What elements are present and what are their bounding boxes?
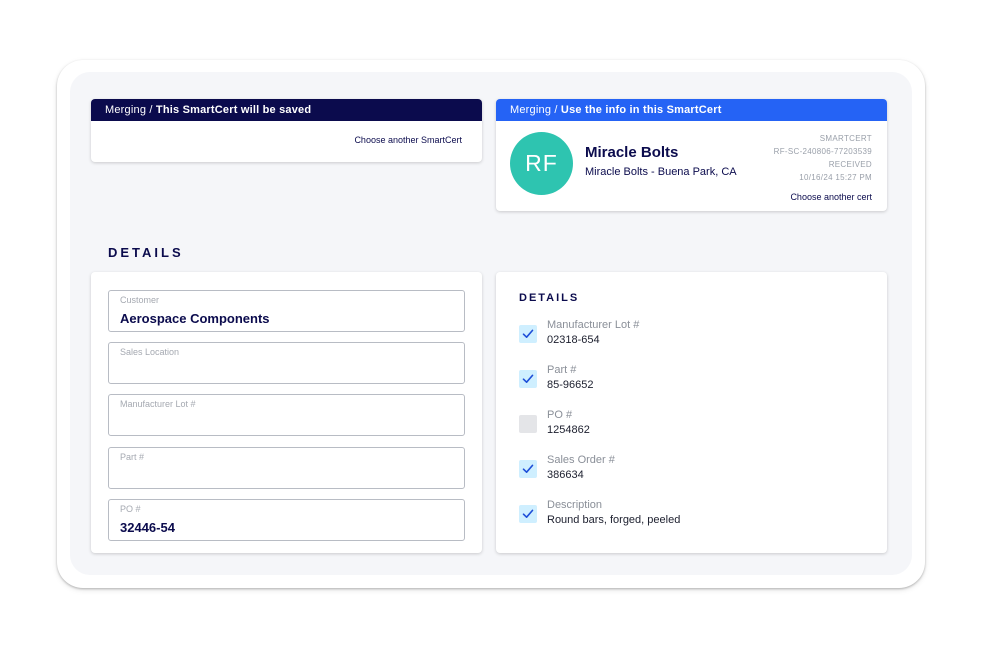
sales-location-field[interactable]: Sales Location: [108, 342, 465, 384]
cert-id: RF-SC-240806-77203539: [773, 147, 872, 156]
field-label: PO #: [120, 504, 141, 514]
detail-value: 02318-654: [547, 334, 600, 346]
merge-target-header: Merging / This SmartCert will be saved: [91, 99, 482, 121]
detail-row-manufacturer-lot: Manufacturer Lot # 02318-654: [519, 319, 859, 353]
source-details-card: DETAILS Manufacturer Lot # 02318-654 Par…: [496, 272, 887, 553]
field-label: Customer: [120, 295, 160, 305]
detail-row-po-number: PO # 1254862: [519, 409, 859, 443]
part-number-field[interactable]: Part #: [108, 447, 465, 489]
detail-label: Description: [547, 499, 603, 511]
field-value: 32446-54: [120, 520, 175, 535]
merge-source-header: Merging / Use the info in this SmartCert: [496, 99, 887, 121]
field-label: Manufacturer Lot #: [120, 399, 196, 409]
manufacturer-lot-checkbox[interactable]: [519, 325, 537, 343]
merge-source-header-prefix: Merging /: [510, 104, 561, 116]
merge-source-header-title: Use the info in this SmartCert: [560, 104, 722, 116]
company-name: Miracle Bolts: [585, 144, 679, 161]
sales-order-checkbox[interactable]: [519, 460, 537, 478]
detail-value: Round bars, forged, peeled: [547, 514, 681, 526]
customer-field[interactable]: Customer Aerospace Components: [108, 290, 465, 332]
meta-label-received: RECEIVED: [828, 160, 872, 169]
manufacturer-lot-field[interactable]: Manufacturer Lot #: [108, 394, 465, 436]
cert-meta: SMARTCERT RF-SC-240806-77203539 RECEIVED…: [774, 132, 872, 184]
detail-label: Part #: [547, 364, 577, 376]
description-checkbox[interactable]: [519, 505, 537, 523]
po-number-checkbox[interactable]: [519, 415, 537, 433]
detail-value: 85-96652: [547, 379, 594, 391]
detail-row-sales-order: Sales Order # 386634: [519, 454, 859, 488]
field-label: Part #: [120, 452, 145, 462]
detail-label: Manufacturer Lot #: [547, 319, 640, 331]
company-location: Miracle Bolts - Buena Park, CA: [585, 166, 737, 178]
detail-value: 1254862: [547, 424, 590, 436]
received-timestamp: 10/16/24 15:27 PM: [799, 173, 872, 182]
choose-another-smartcert-link[interactable]: Choose another SmartCert: [354, 135, 462, 145]
field-value: Aerospace Components: [120, 311, 270, 326]
detail-row-description: Description Round bars, forged, peeled: [519, 499, 859, 533]
merge-source-card: Merging / Use the info in this SmartCert…: [496, 99, 887, 211]
detail-label: Sales Order #: [547, 454, 615, 466]
checkmark-icon: [522, 374, 534, 383]
merge-target-header-prefix: Merging /: [105, 104, 156, 116]
details-form-card: Customer Aerospace Components Sales Loca…: [91, 272, 482, 553]
meta-label-smartcert: SMARTCERT: [819, 134, 872, 143]
merge-target-card: Merging / This SmartCert will be saved C…: [91, 99, 482, 162]
detail-row-part-number: Part # 85-96652: [519, 364, 859, 398]
part-number-checkbox[interactable]: [519, 370, 537, 388]
checkmark-icon: [522, 464, 534, 473]
company-avatar: RF: [510, 132, 573, 195]
detail-label: PO #: [547, 409, 573, 421]
checkmark-icon: [522, 329, 534, 338]
merge-target-header-title: This SmartCert will be saved: [155, 104, 312, 116]
details-section-title: DETAILS: [108, 245, 184, 260]
detail-value: 386634: [547, 469, 584, 481]
checkmark-icon: [522, 509, 534, 518]
choose-another-cert-link[interactable]: Choose another cert: [790, 192, 872, 202]
po-number-field[interactable]: PO # 32446-54: [108, 499, 465, 541]
source-details-title: DETAILS: [519, 292, 580, 304]
field-label: Sales Location: [120, 347, 180, 357]
